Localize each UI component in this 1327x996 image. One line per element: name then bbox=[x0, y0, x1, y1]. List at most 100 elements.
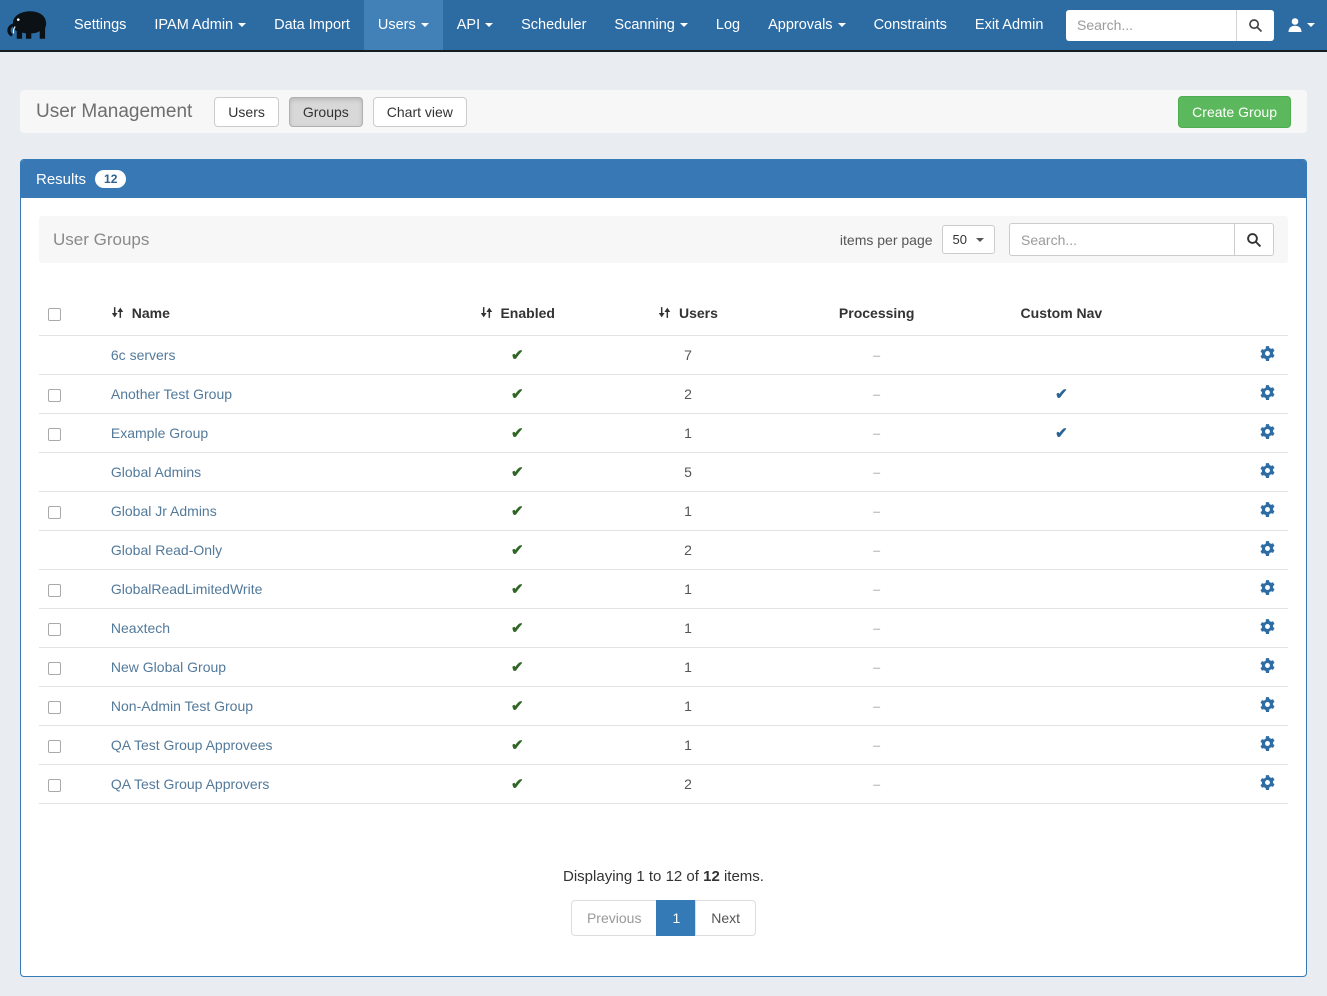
row-settings-button[interactable] bbox=[1259, 696, 1276, 716]
group-name-link[interactable]: Global Jr Admins bbox=[111, 503, 217, 519]
select-all-checkbox[interactable] bbox=[48, 308, 61, 321]
processing-dash bbox=[873, 581, 881, 597]
row-settings-button[interactable] bbox=[1259, 735, 1276, 755]
group-name-link[interactable]: New Global Group bbox=[111, 659, 226, 675]
row-checkbox[interactable] bbox=[48, 506, 61, 519]
nav-item-api[interactable]: API bbox=[443, 0, 507, 50]
caret-down-icon bbox=[238, 23, 246, 27]
nav-item-label: IPAM Admin bbox=[154, 17, 233, 33]
row-settings-button[interactable] bbox=[1259, 657, 1276, 677]
processing-dash bbox=[873, 620, 881, 636]
row-settings-button[interactable] bbox=[1259, 501, 1276, 521]
tab-users[interactable]: Users bbox=[214, 97, 279, 127]
results-title: Results bbox=[36, 171, 86, 188]
column-header-name[interactable]: Name bbox=[103, 291, 433, 336]
nav-item-ipam-admin[interactable]: IPAM Admin bbox=[140, 0, 260, 50]
column-header-enabled[interactable]: Enabled bbox=[432, 291, 602, 336]
row-checkbox[interactable] bbox=[48, 779, 61, 792]
row-checkbox[interactable] bbox=[48, 428, 61, 441]
nav-item-exit-admin[interactable]: Exit Admin bbox=[961, 0, 1058, 50]
processing-dash bbox=[873, 737, 881, 753]
table-search-button[interactable] bbox=[1234, 223, 1274, 256]
column-label: Processing bbox=[839, 305, 914, 321]
group-name-link[interactable]: GlobalReadLimitedWrite bbox=[111, 581, 262, 597]
items-per-page-select[interactable]: 50 bbox=[942, 225, 995, 254]
app-logo[interactable] bbox=[0, 0, 60, 50]
nav-item-scanning[interactable]: Scanning bbox=[600, 0, 701, 50]
table-row: QA Test Group Approvees1 bbox=[39, 726, 1288, 765]
enabled-check-icon bbox=[511, 425, 524, 442]
nav-item-constraints[interactable]: Constraints bbox=[860, 0, 961, 50]
gear-icon bbox=[1259, 462, 1276, 479]
row-settings-button[interactable] bbox=[1259, 423, 1276, 443]
caret-down-icon bbox=[680, 23, 688, 27]
users-count: 1 bbox=[602, 609, 774, 648]
row-settings-button[interactable] bbox=[1259, 384, 1276, 404]
global-search-button[interactable] bbox=[1236, 10, 1274, 41]
custom-nav-check-icon bbox=[1055, 425, 1068, 442]
enabled-check-icon bbox=[511, 347, 524, 364]
group-name-link[interactable]: Global Admins bbox=[111, 464, 201, 480]
processing-dash bbox=[873, 386, 881, 402]
nav-item-label: Users bbox=[378, 17, 416, 33]
top-navbar: Settings IPAM Admin Data Import Users AP… bbox=[0, 0, 1327, 52]
caret-down-icon bbox=[1307, 23, 1315, 27]
table-row: New Global Group1 bbox=[39, 648, 1288, 687]
row-checkbox[interactable] bbox=[48, 584, 61, 597]
pagination-page-1-button[interactable]: 1 bbox=[656, 900, 696, 936]
nav-item-scheduler[interactable]: Scheduler bbox=[507, 0, 600, 50]
tab-chart-view[interactable]: Chart view bbox=[373, 97, 467, 127]
group-name-link[interactable]: 6c servers bbox=[111, 347, 176, 363]
nav-item-settings[interactable]: Settings bbox=[60, 0, 140, 50]
global-search-input[interactable] bbox=[1066, 10, 1236, 41]
toolbar-controls: items per page 50 bbox=[840, 223, 1274, 256]
nav-item-label: API bbox=[457, 17, 480, 33]
nav-item-approvals[interactable]: Approvals bbox=[754, 0, 859, 50]
row-checkbox[interactable] bbox=[48, 662, 61, 675]
group-name-link[interactable]: Global Read-Only bbox=[111, 542, 222, 558]
sort-icon bbox=[658, 306, 671, 319]
group-name-link[interactable]: Example Group bbox=[111, 425, 208, 441]
row-settings-button[interactable] bbox=[1259, 345, 1276, 365]
row-checkbox[interactable] bbox=[48, 740, 61, 753]
row-settings-button[interactable] bbox=[1259, 774, 1276, 794]
table-search-input[interactable] bbox=[1009, 223, 1234, 256]
nav-item-log[interactable]: Log bbox=[702, 0, 754, 50]
caret-down-icon bbox=[421, 23, 429, 27]
column-header-users[interactable]: Users bbox=[602, 291, 774, 336]
column-label: Users bbox=[679, 305, 718, 321]
enabled-check-icon bbox=[511, 503, 524, 520]
table-row: Global Read-Only2 bbox=[39, 531, 1288, 570]
mammoth-logo-icon bbox=[6, 7, 52, 43]
row-checkbox[interactable] bbox=[48, 623, 61, 636]
group-name-link[interactable]: QA Test Group Approvees bbox=[111, 737, 273, 753]
create-group-button[interactable]: Create Group bbox=[1178, 96, 1291, 128]
row-settings-button[interactable] bbox=[1259, 579, 1276, 599]
nav-item-label: Data Import bbox=[274, 17, 350, 33]
group-name-link[interactable]: Another Test Group bbox=[111, 386, 232, 402]
pagination-previous-button[interactable]: Previous bbox=[571, 900, 657, 936]
tab-groups[interactable]: Groups bbox=[289, 97, 363, 127]
user-icon bbox=[1287, 17, 1303, 33]
pagination-next-button[interactable]: Next bbox=[695, 900, 756, 936]
group-name-link[interactable]: QA Test Group Approvers bbox=[111, 776, 270, 792]
row-checkbox[interactable] bbox=[48, 701, 61, 714]
row-settings-button[interactable] bbox=[1259, 618, 1276, 638]
user-menu[interactable] bbox=[1287, 17, 1315, 33]
gear-icon bbox=[1259, 774, 1276, 791]
nav-item-users[interactable]: Users bbox=[364, 0, 443, 50]
row-settings-button[interactable] bbox=[1259, 462, 1276, 482]
row-checkbox[interactable] bbox=[48, 389, 61, 402]
users-count: 1 bbox=[602, 492, 774, 531]
gear-icon bbox=[1259, 540, 1276, 557]
nav-menu: Settings IPAM Admin Data Import Users AP… bbox=[60, 0, 1057, 50]
row-settings-button[interactable] bbox=[1259, 540, 1276, 560]
users-count: 1 bbox=[602, 570, 774, 609]
nav-item-data-import[interactable]: Data Import bbox=[260, 0, 364, 50]
results-count-badge: 12 bbox=[95, 170, 126, 188]
group-name-link[interactable]: Neaxtech bbox=[111, 620, 170, 636]
custom-nav-check-icon bbox=[1055, 386, 1068, 403]
enabled-check-icon bbox=[511, 581, 524, 598]
summary-total: 12 bbox=[703, 868, 720, 885]
group-name-link[interactable]: Non-Admin Test Group bbox=[111, 698, 253, 714]
